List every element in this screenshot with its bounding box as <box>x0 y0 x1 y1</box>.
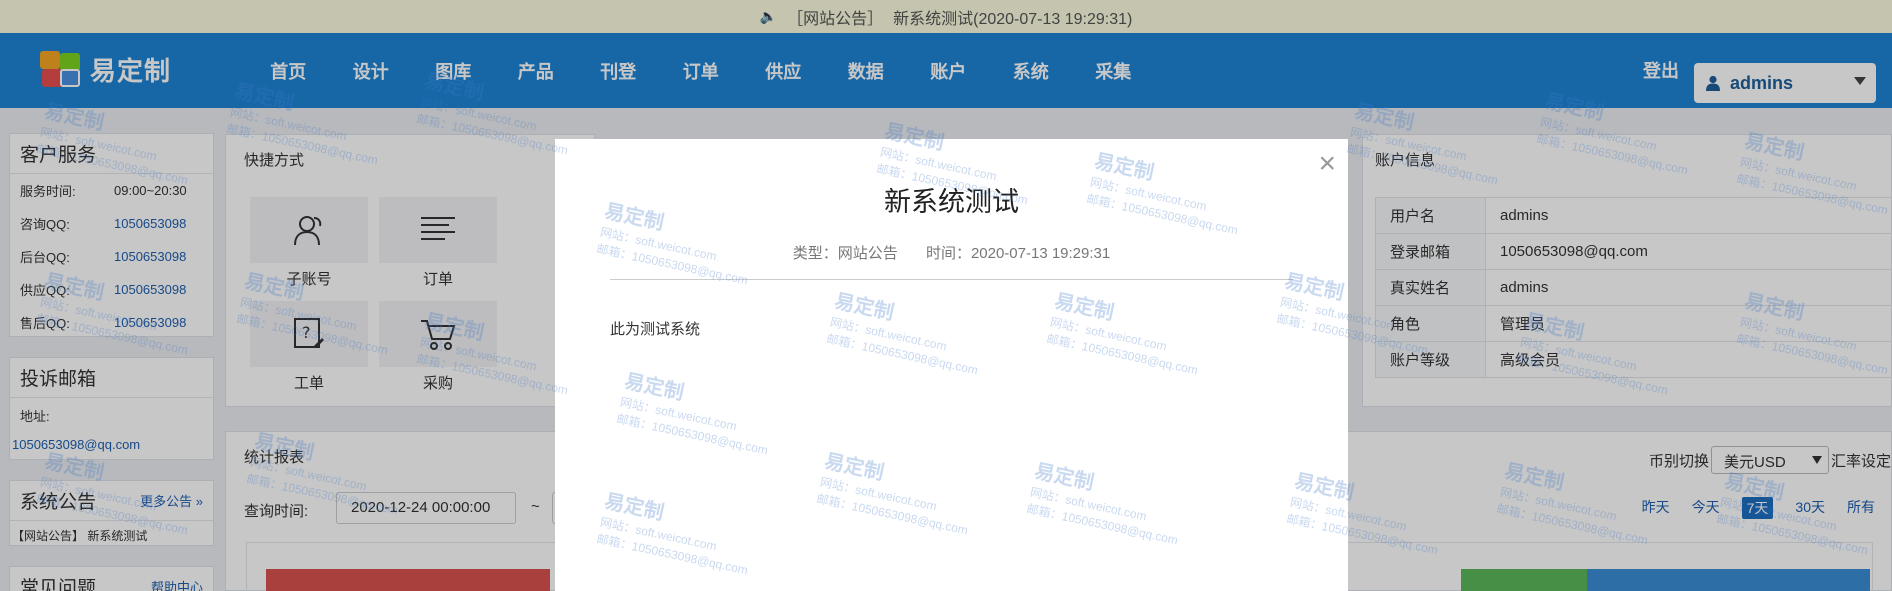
modal-divider <box>610 279 1293 280</box>
modal-title: 新系统测试 <box>884 187 1019 217</box>
announcement-modal: × 新系统测试 类型：网站公告 时间：2020-07-13 19:29:31 此… <box>555 139 1348 591</box>
close-icon[interactable]: × <box>1318 149 1336 179</box>
modal-time: 时间：2020-07-13 19:29:31 <box>925 245 1111 262</box>
modal-type: 类型：网站公告 <box>792 245 898 262</box>
modal-meta: 类型：网站公告 时间：2020-07-13 19:29:31 <box>555 242 1348 263</box>
modal-body: 此为测试系统 <box>610 321 701 338</box>
